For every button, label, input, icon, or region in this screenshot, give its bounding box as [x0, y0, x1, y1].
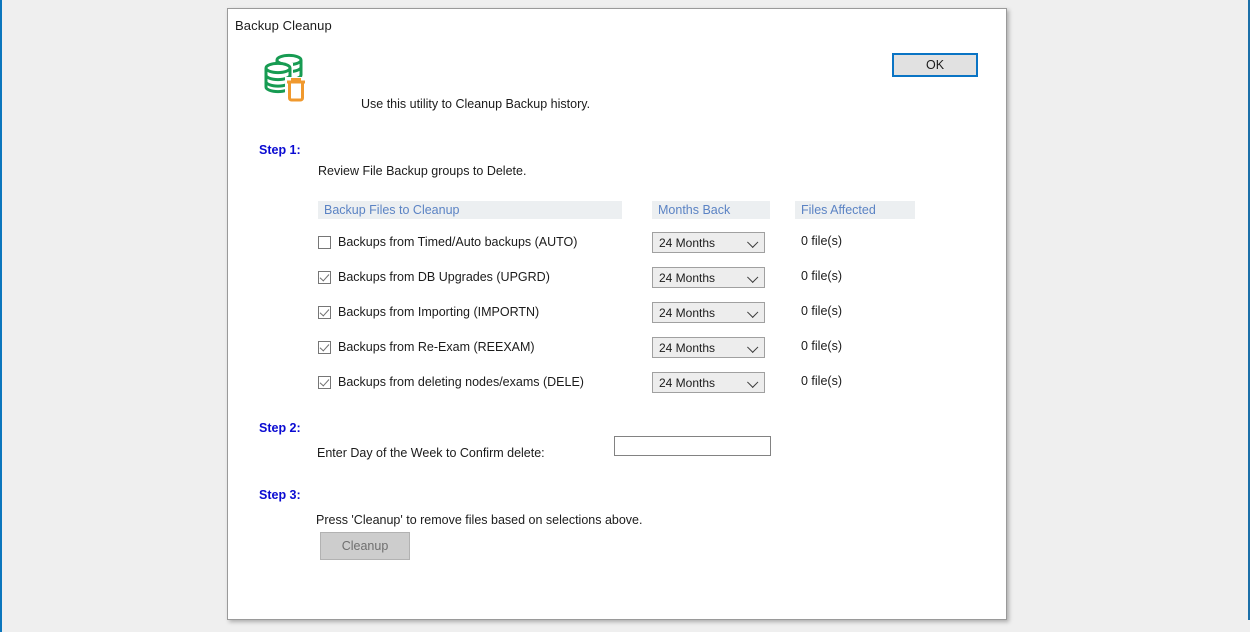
- months-back-value-upgrd: 24 Months: [659, 271, 715, 285]
- viewport-bottom-edge: [0, 632, 1250, 636]
- table-row: Backups from Timed/Auto backups (AUTO) 2…: [228, 228, 1008, 263]
- viewport-left-edge: [0, 0, 2, 632]
- checkbox-reexam[interactable]: [318, 341, 331, 354]
- backup-group-row-reexam[interactable]: Backups from Re-Exam (REEXAM): [318, 340, 535, 354]
- backup-group-row-dele[interactable]: Backups from deleting nodes/exams (DELE): [318, 375, 584, 389]
- checkbox-auto[interactable]: [318, 236, 331, 249]
- checkbox-label-reexam: Backups from Re-Exam (REEXAM): [338, 340, 535, 354]
- checkbox-label-dele: Backups from deleting nodes/exams (DELE): [338, 375, 584, 389]
- chevron-down-icon: [747, 236, 758, 247]
- months-back-value-dele: 24 Months: [659, 376, 715, 390]
- months-back-select-auto[interactable]: 24 Months: [652, 232, 765, 253]
- months-back-select-upgrd[interactable]: 24 Months: [652, 267, 765, 288]
- files-affected-importn: 0 file(s): [801, 304, 842, 318]
- months-back-value-importn: 24 Months: [659, 306, 715, 320]
- backup-cleanup-dialog: Backup Cleanup: [227, 8, 1007, 620]
- column-header-backup-files: Backup Files to Cleanup: [318, 201, 622, 219]
- confirm-day-input[interactable]: [614, 436, 771, 456]
- table-row: Backups from deleting nodes/exams (DELE)…: [228, 368, 1008, 403]
- step3-description: Press 'Cleanup' to remove files based on…: [316, 513, 642, 527]
- months-back-select-dele[interactable]: 24 Months: [652, 372, 765, 393]
- backup-group-row-upgrd[interactable]: Backups from DB Upgrades (UPGRD): [318, 270, 550, 284]
- chevron-down-icon: [747, 306, 758, 317]
- step1-description: Review File Backup groups to Delete.: [318, 164, 526, 178]
- checkbox-upgrd[interactable]: [318, 271, 331, 284]
- months-back-value-reexam: 24 Months: [659, 341, 715, 355]
- database-trash-icon: [257, 51, 311, 105]
- files-affected-dele: 0 file(s): [801, 374, 842, 388]
- column-header-months-back: Months Back: [652, 201, 770, 219]
- months-back-value-auto: 24 Months: [659, 236, 715, 250]
- files-affected-reexam: 0 file(s): [801, 339, 842, 353]
- table-row: Backups from DB Upgrades (UPGRD) 24 Mont…: [228, 263, 1008, 298]
- months-back-select-reexam[interactable]: 24 Months: [652, 337, 765, 358]
- checkbox-label-auto: Backups from Timed/Auto backups (AUTO): [338, 235, 577, 249]
- chevron-down-icon: [747, 376, 758, 387]
- step3-label: Step 3:: [259, 488, 301, 502]
- ok-button[interactable]: OK: [892, 53, 978, 77]
- backup-group-row-importn[interactable]: Backups from Importing (IMPORTN): [318, 305, 539, 319]
- checkbox-label-upgrd: Backups from DB Upgrades (UPGRD): [338, 270, 550, 284]
- checkbox-dele[interactable]: [318, 376, 331, 389]
- step2-label: Step 2:: [259, 421, 301, 435]
- backup-group-row-auto[interactable]: Backups from Timed/Auto backups (AUTO): [318, 235, 577, 249]
- cleanup-button[interactable]: Cleanup: [320, 532, 410, 560]
- checkbox-importn[interactable]: [318, 306, 331, 319]
- months-back-select-importn[interactable]: 24 Months: [652, 302, 765, 323]
- step1-label: Step 1:: [259, 143, 301, 157]
- column-header-files-affected: Files Affected: [795, 201, 915, 219]
- dialog-title: Backup Cleanup: [235, 18, 332, 33]
- files-affected-upgrd: 0 file(s): [801, 269, 842, 283]
- chevron-down-icon: [747, 271, 758, 282]
- table-row: Backups from Importing (IMPORTN) 24 Mont…: [228, 298, 1008, 333]
- table-row: Backups from Re-Exam (REEXAM) 24 Months …: [228, 333, 1008, 368]
- step2-description: Enter Day of the Week to Confirm delete:: [317, 446, 545, 460]
- dialog-intro-text: Use this utility to Cleanup Backup histo…: [361, 97, 590, 111]
- files-affected-auto: 0 file(s): [801, 234, 842, 248]
- checkbox-label-importn: Backups from Importing (IMPORTN): [338, 305, 539, 319]
- chevron-down-icon: [747, 341, 758, 352]
